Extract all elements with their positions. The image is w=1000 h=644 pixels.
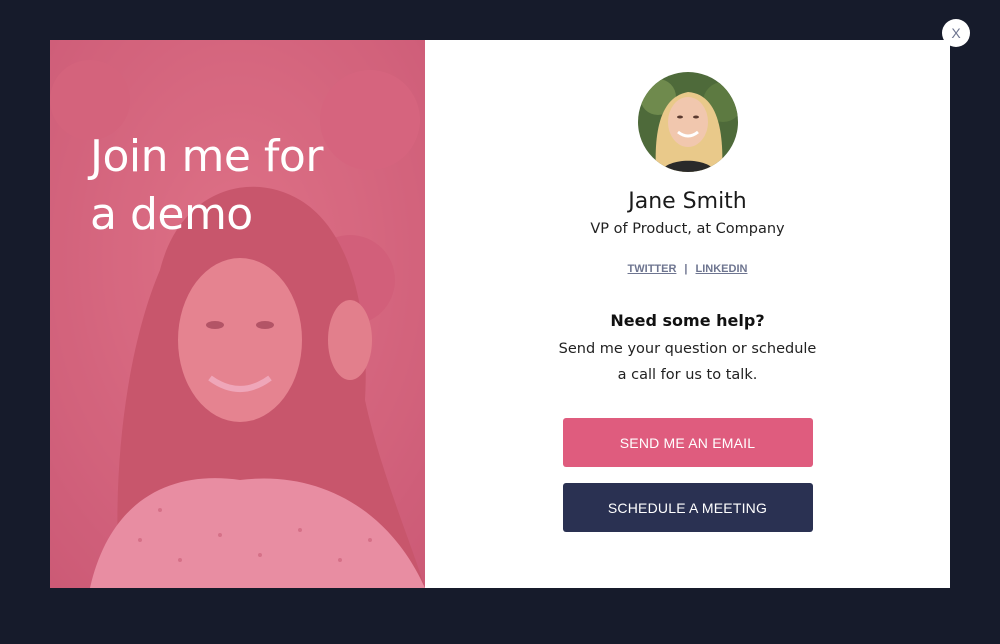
avatar [637,72,738,172]
avatar-photo [637,72,738,172]
headline: Join me for a demo [90,131,323,240]
profile-title: VP of Product, at Company [590,221,785,237]
send-email-button[interactable]: SEND ME AN EMAIL [562,418,813,467]
help-text: Send me your question or schedule a call… [558,341,817,383]
close-button[interactable]: X [942,19,970,47]
pink-overlay [50,40,425,588]
social-links: TWITTER | LINKEDIN [628,263,748,275]
contact-panel: Jane Smith VP of Product, at Company TWI… [425,40,950,588]
linkedin-link[interactable]: LINKEDIN [696,263,748,275]
close-icon: X [951,25,961,41]
social-separator: | [684,263,688,275]
demo-modal: Join me for a demo Jane Smith VP of Prod… [50,40,950,588]
hero-panel: Join me for a demo [50,40,425,588]
help-heading: Need some help? [610,311,765,330]
profile-name: Jane Smith [628,189,747,214]
twitter-link[interactable]: TWITTER [628,263,677,275]
schedule-meeting-button[interactable]: SCHEDULE A MEETING [562,483,813,532]
